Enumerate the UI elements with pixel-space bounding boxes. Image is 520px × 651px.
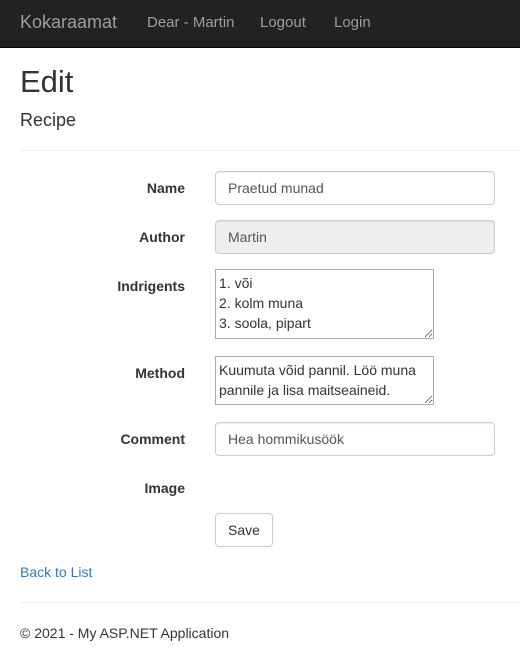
footer-divider — [20, 602, 520, 603]
image-label: Image — [144, 480, 185, 496]
comment-input[interactable] — [215, 422, 495, 456]
page-subtitle: Recipe — [20, 110, 77, 130]
name-label: Name — [146, 180, 185, 196]
nav-link-user[interactable]: Dear - Martin — [147, 14, 235, 31]
nav-link-login[interactable]: Login — [334, 14, 371, 31]
save-button[interactable]: Save — [215, 513, 273, 547]
method-textarea[interactable]: Kuumuta võid pannil. Löö muna pannile ja… — [215, 356, 434, 405]
nav-link-logout[interactable]: Logout — [260, 14, 306, 31]
back-to-list-link[interactable]: Back to List — [20, 564, 92, 580]
footer-text: © 2021 - My ASP.NET Application — [20, 625, 230, 641]
navbar: Kokaraamat Dear - Martin Logout Login — [0, 0, 520, 48]
name-input[interactable] — [215, 171, 495, 205]
divider — [20, 150, 520, 151]
author-input[interactable] — [215, 220, 495, 254]
author-label: Author — [139, 229, 185, 245]
page-title: Edit — [20, 64, 74, 99]
ingredients-label: Indrigents — [117, 278, 185, 294]
brand-link[interactable]: Kokaraamat — [20, 12, 117, 33]
comment-label: Comment — [120, 431, 185, 447]
ingredients-textarea[interactable]: 1. või 2. kolm muna 3. soola, pipart — [215, 269, 434, 339]
method-label: Method — [135, 365, 185, 381]
